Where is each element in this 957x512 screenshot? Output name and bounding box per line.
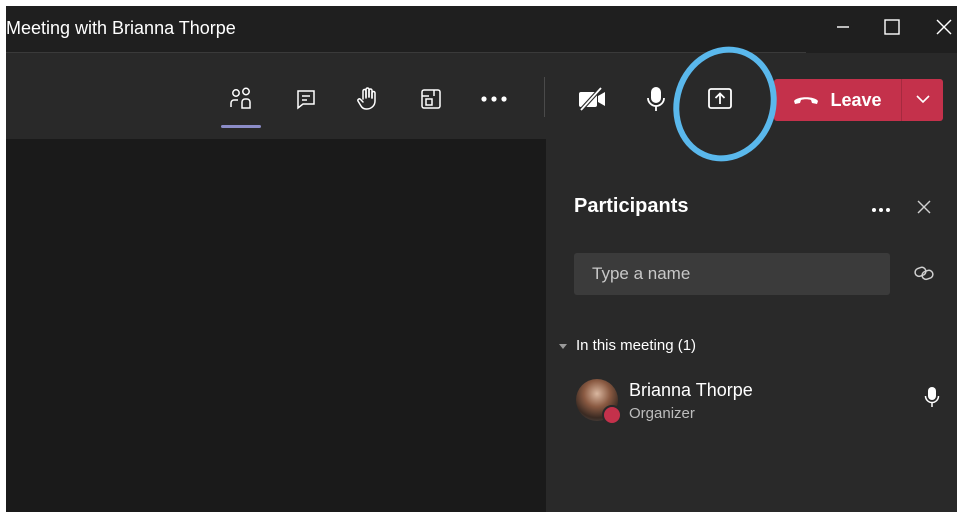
panel-close-button[interactable] (912, 197, 936, 221)
mic-icon (645, 85, 667, 113)
presence-badge (602, 405, 622, 425)
participant-mic-status (922, 386, 942, 413)
title-bar: Meeting with Brianna Thorpe (6, 6, 957, 53)
panel-more-button[interactable] (866, 195, 896, 223)
leave-control: Leave (774, 79, 943, 121)
in-meeting-section-header[interactable]: In this meeting (1) (558, 337, 696, 354)
maximize-icon (883, 18, 901, 41)
people-icon (228, 86, 254, 112)
meeting-window: Meeting with Brianna Thorpe Leave Partic… (6, 6, 957, 512)
participant-role: Organizer (629, 405, 695, 422)
raise-hand-button[interactable] (348, 79, 388, 119)
participant-search (574, 253, 890, 295)
more-actions-button[interactable] (474, 79, 514, 119)
video-stage (6, 139, 546, 512)
camera-off-icon (577, 86, 607, 112)
participants-panel: Participants In t (546, 139, 957, 512)
section-label: In this meeting (1) (576, 337, 697, 354)
microphone-button[interactable] (636, 79, 676, 119)
share-tray-icon (706, 86, 734, 112)
more-icon (480, 95, 508, 103)
minimize-icon (835, 19, 851, 40)
close-icon (916, 199, 932, 220)
share-invite-button[interactable] (912, 263, 936, 287)
rooms-button[interactable] (411, 79, 451, 119)
people-button[interactable] (221, 79, 261, 119)
participant-name: Brianna Thorpe (629, 380, 753, 400)
close-window-button[interactable] (924, 14, 957, 44)
rooms-icon (419, 87, 443, 111)
participant-search-input[interactable] (590, 263, 874, 285)
chevron-down-icon (915, 91, 931, 109)
meeting-toolbar: Leave (6, 53, 957, 139)
minimize-button[interactable] (823, 14, 863, 44)
camera-toggle-button[interactable] (572, 79, 612, 119)
chat-icon (294, 87, 318, 111)
chat-button[interactable] (286, 79, 326, 119)
leave-button[interactable]: Leave (774, 79, 900, 121)
raise-hand-icon (355, 86, 381, 112)
hang-up-icon (792, 90, 820, 111)
participant-row[interactable]: Brianna Thorpe Organizer (574, 377, 954, 425)
leave-options-button[interactable] (902, 79, 943, 121)
mic-icon (924, 386, 940, 413)
close-icon (935, 18, 953, 41)
caret-down-icon (558, 337, 568, 354)
active-tab-indicator (221, 125, 261, 128)
toolbar-divider (544, 77, 545, 117)
panel-title: Participants (574, 195, 689, 217)
share-content-button[interactable] (700, 79, 740, 119)
more-icon (871, 200, 891, 218)
leave-label: Leave (830, 89, 882, 110)
link-icon (913, 262, 935, 289)
maximize-button[interactable] (872, 14, 912, 44)
window-title: Meeting with Brianna Thorpe (6, 18, 236, 38)
